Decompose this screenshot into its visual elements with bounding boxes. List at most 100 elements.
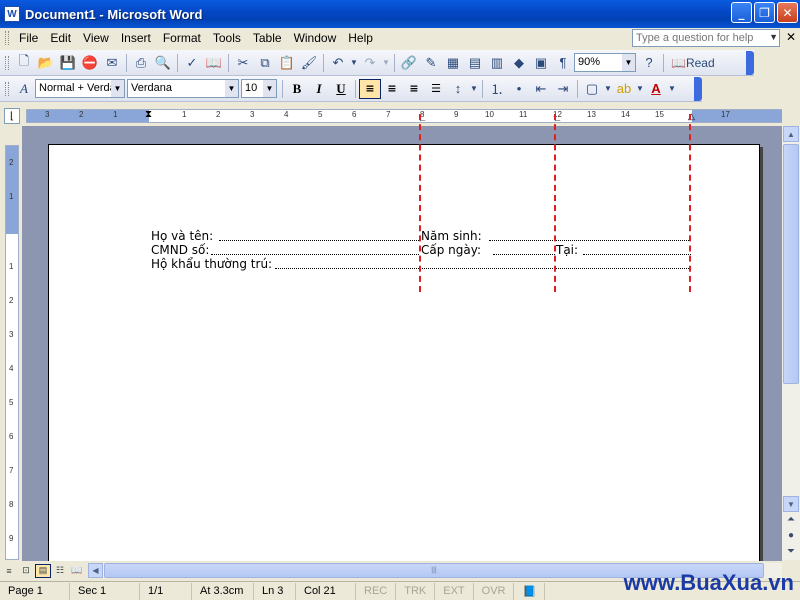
menu-format[interactable]: Format <box>157 31 207 45</box>
spelling-status-icon[interactable]: 📘 <box>514 582 546 600</box>
redo-dropdown-icon[interactable]: ▼ <box>381 52 391 74</box>
highlight-icon[interactable]: ab <box>613 78 635 100</box>
menu-help[interactable]: Help <box>342 31 379 45</box>
zoom-select[interactable]: 90% ▼ <box>574 53 636 72</box>
copy-icon[interactable]: ⧉ <box>254 52 276 74</box>
decrease-indent-icon[interactable]: ⇤ <box>530 78 552 100</box>
columns-icon[interactable]: ▥ <box>486 52 508 74</box>
vertical-scrollbar[interactable]: ▲ ▼ ⏶ ● ⏷ <box>782 126 800 560</box>
align-center-icon[interactable]: ≡ <box>381 79 403 99</box>
open-folder-icon[interactable]: 📂 <box>35 52 57 74</box>
numbering-icon[interactable]: ⒈ <box>486 78 508 100</box>
document-close-icon[interactable]: ✕ <box>786 30 796 44</box>
chevron-down-icon[interactable]: ▼ <box>263 80 276 97</box>
scroll-down-icon[interactable]: ▼ <box>783 496 799 512</box>
rec-flag[interactable]: REC <box>356 582 397 600</box>
line-spacing-icon[interactable]: ↕ <box>447 78 469 100</box>
menu-edit[interactable]: Edit <box>44 31 77 45</box>
tables-borders-icon[interactable]: ✎ <box>420 52 442 74</box>
align-left-icon[interactable]: ≡ <box>359 78 381 99</box>
scroll-thumb[interactable] <box>783 144 799 384</box>
scroll-left-icon[interactable]: ◀ <box>88 563 103 578</box>
font-color-icon[interactable]: A <box>645 78 667 100</box>
insert-table-icon[interactable]: ▦ <box>442 52 464 74</box>
underline-icon[interactable]: U <box>330 79 352 99</box>
bullets-icon[interactable]: • <box>508 78 530 100</box>
font-select[interactable]: Verdana ▼ <box>127 79 239 98</box>
toolbar-grip[interactable] <box>5 81 9 96</box>
menu-table[interactable]: Table <box>247 31 288 45</box>
highlight-dropdown-icon[interactable]: ▼ <box>635 78 645 100</box>
print-layout-icon[interactable]: ▤ <box>35 563 51 578</box>
chevron-down-icon[interactable]: ▼ <box>111 80 124 97</box>
select-browse-object-icon[interactable]: ● <box>783 530 799 541</box>
zoom-value: 90% <box>578 56 601 68</box>
print-preview-icon[interactable]: 🔍 <box>152 52 174 74</box>
document-map-icon[interactable]: ▣ <box>530 52 552 74</box>
show-hide-icon[interactable]: ¶ <box>552 52 574 74</box>
read-button[interactable]: 📖 Read <box>667 52 719 74</box>
drawing-icon[interactable]: ◆ <box>508 52 530 74</box>
menu-insert[interactable]: Insert <box>115 31 157 45</box>
document-page[interactable]: Họ và tên: Năm sinh: CMND số: Cấp ngày: … <box>48 144 760 561</box>
insert-excel-icon[interactable]: ▤ <box>464 52 486 74</box>
help-icon[interactable]: ? <box>638 52 660 74</box>
research-icon[interactable]: 📖 <box>203 52 225 74</box>
spelling-icon[interactable]: ✓ <box>181 52 203 74</box>
chevron-down-icon[interactable]: ▼ <box>769 32 778 42</box>
ext-flag[interactable]: EXT <box>435 582 474 600</box>
ovr-flag[interactable]: OVR <box>474 582 515 600</box>
web-layout-icon[interactable]: ⊡ <box>18 564 34 578</box>
horizontal-ruler[interactable]: 3 2 1 1 2 3 4 5 6 7 8 9 10 11 12 13 14 1… <box>26 109 782 123</box>
undo-icon[interactable]: ↶ <box>327 52 349 74</box>
vertical-ruler[interactable]: 2 1 1 2 3 4 5 6 7 8 9 <box>5 145 19 560</box>
restore-button[interactable]: ❐ <box>754 2 775 23</box>
toolbar-options-icon[interactable] <box>746 50 754 75</box>
menu-view[interactable]: View <box>77 31 115 45</box>
borders-dropdown-icon[interactable]: ▼ <box>603 78 613 100</box>
line-spacing-dropdown-icon[interactable]: ▼ <box>469 78 479 100</box>
format-painter-icon[interactable]: 🖌 <box>298 52 320 74</box>
permission-icon[interactable]: ⛔ <box>79 52 101 74</box>
email-icon[interactable]: ✉ <box>101 52 123 74</box>
tab-selector[interactable]: ⌊ <box>4 108 20 124</box>
menu-grip[interactable] <box>5 31 9 45</box>
paste-icon[interactable]: 📋 <box>276 52 298 74</box>
minimize-button[interactable]: _ <box>731 2 752 23</box>
menu-file[interactable]: File <box>13 31 44 45</box>
font-color-dropdown-icon[interactable]: ▼ <box>667 78 677 100</box>
chevron-down-icon[interactable]: ▼ <box>225 80 238 97</box>
italic-icon[interactable]: I <box>308 79 330 99</box>
close-button[interactable]: ✕ <box>777 2 798 23</box>
indent-marker-icon[interactable]: ⧗ <box>145 109 152 120</box>
toolbar-grip[interactable] <box>5 55 9 70</box>
justify-icon[interactable]: ☰ <box>425 79 447 99</box>
next-page-icon[interactable]: ⏷ <box>783 546 799 557</box>
outline-view-icon[interactable]: ☷ <box>52 564 68 578</box>
redo-icon[interactable]: ↷ <box>359 52 381 74</box>
menu-window[interactable]: Window <box>288 31 343 45</box>
undo-dropdown-icon[interactable]: ▼ <box>349 52 359 74</box>
styles-formatting-icon[interactable]: A <box>13 78 35 100</box>
scroll-up-icon[interactable]: ▲ <box>783 126 799 142</box>
ask-question-input[interactable]: Type a question for help <box>632 29 780 47</box>
font-size-select[interactable]: 10 ▼ <box>241 79 277 98</box>
save-icon[interactable]: 💾 <box>57 52 79 74</box>
normal-view-icon[interactable]: ≡ <box>1 564 17 578</box>
borders-icon[interactable]: ▢ <box>581 78 603 100</box>
bold-icon[interactable]: B <box>286 79 308 99</box>
align-right-icon[interactable]: ≡ <box>403 79 425 99</box>
new-document-icon[interactable]: 🗋 <box>13 52 35 74</box>
cut-icon[interactable]: ✂ <box>232 52 254 74</box>
standard-toolbar: 🗋 📂 💾 ⛔ ✉ ⎙ 🔍 ✓ 📖 ✂ ⧉ 📋 🖌 ↶ ▼ ↷ ▼ 🔗 ✎ ▦ … <box>0 50 754 76</box>
hyperlink-icon[interactable]: 🔗 <box>398 52 420 74</box>
trk-flag[interactable]: TRK <box>396 582 436 600</box>
reading-layout-icon[interactable]: 📖 <box>69 564 85 578</box>
menu-tools[interactable]: Tools <box>207 31 247 45</box>
toolbar-options-icon[interactable] <box>694 76 702 101</box>
style-select[interactable]: Normal + Verda ▼ <box>35 79 125 98</box>
increase-indent-icon[interactable]: ⇥ <box>552 78 574 100</box>
previous-page-icon[interactable]: ⏶ <box>783 514 799 525</box>
chevron-down-icon[interactable]: ▼ <box>622 54 635 71</box>
print-icon[interactable]: ⎙ <box>130 52 152 74</box>
